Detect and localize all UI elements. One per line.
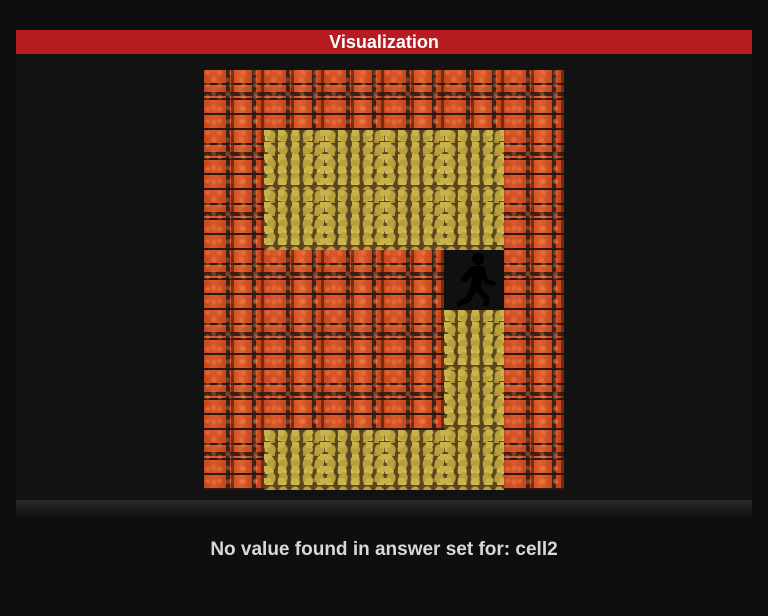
wall-tile	[324, 370, 384, 430]
wall-tile	[324, 250, 384, 310]
wall-tile	[204, 70, 264, 130]
wall-tile	[444, 70, 504, 130]
panel-title: Visualization	[16, 30, 752, 54]
game-grid	[204, 70, 564, 490]
wall-tile	[204, 310, 264, 370]
wall-tile	[264, 70, 324, 130]
wall-tile	[504, 70, 564, 130]
wall-tile	[264, 250, 324, 310]
wall-tile	[384, 370, 444, 430]
floor-tile	[264, 130, 324, 190]
wall-tile	[324, 310, 384, 370]
floor-tile	[444, 130, 504, 190]
wall-tile	[504, 310, 564, 370]
floor-tile	[324, 430, 384, 490]
wall-tile	[264, 370, 324, 430]
floor-tile	[324, 190, 384, 250]
walking-person-icon	[456, 253, 496, 307]
wall-tile	[324, 70, 384, 130]
wall-tile	[504, 430, 564, 490]
floor-tile	[444, 370, 504, 430]
player-tile	[444, 250, 504, 310]
wall-tile	[204, 250, 264, 310]
wall-tile	[204, 370, 264, 430]
floor-tile	[444, 190, 504, 250]
floor-tile	[324, 130, 384, 190]
status-message: No value found in answer set for: cell2	[210, 539, 558, 560]
wall-tile	[204, 130, 264, 190]
floor-tile	[384, 130, 444, 190]
floor-tile	[444, 430, 504, 490]
wall-tile	[504, 250, 564, 310]
wall-tile	[204, 430, 264, 490]
wall-tile	[384, 70, 444, 130]
page: Visualization No value found in answer s…	[0, 0, 768, 616]
floor-tile	[264, 190, 324, 250]
wall-tile	[504, 190, 564, 250]
panel-shadow	[16, 500, 752, 520]
wall-tile	[504, 130, 564, 190]
floor-tile	[384, 430, 444, 490]
wall-tile	[504, 370, 564, 430]
floor-tile	[264, 430, 324, 490]
wall-tile	[384, 310, 444, 370]
floor-tile	[444, 310, 504, 370]
wall-tile	[204, 190, 264, 250]
wall-tile	[264, 310, 324, 370]
floor-tile	[384, 190, 444, 250]
wall-tile	[384, 250, 444, 310]
